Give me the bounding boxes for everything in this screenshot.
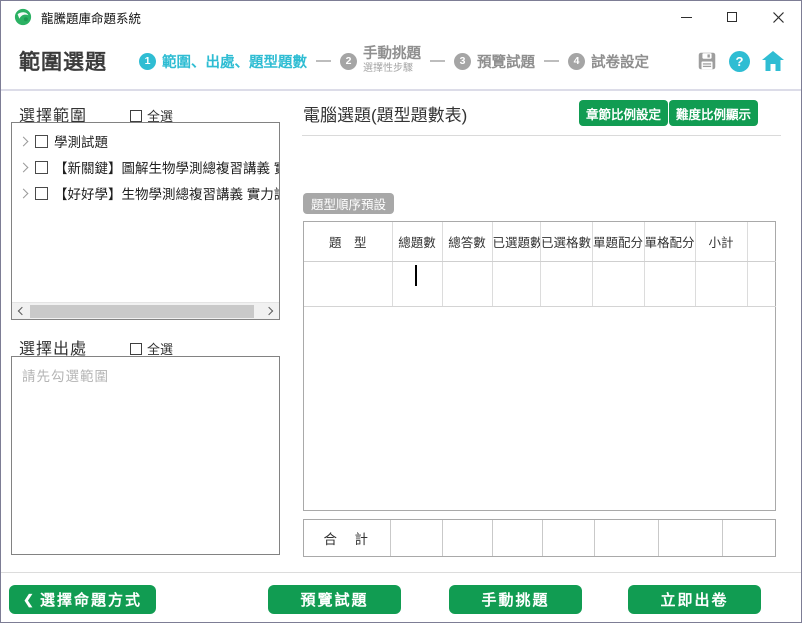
step-1-range[interactable]: 1 範圍、出處、題型題數 [139, 51, 307, 72]
page-title: 範圍選題 [19, 46, 107, 76]
window-title: 龍騰題庫命題系統 [41, 8, 141, 27]
scroll-right-icon[interactable] [265, 307, 273, 315]
step-3-preview[interactable]: 3 預覽試題 [454, 51, 535, 72]
cell-selected-cells[interactable] [540, 261, 592, 306]
manual-pick-button[interactable]: 手動挑題 [449, 585, 582, 614]
scrollbar-thumb[interactable] [30, 305, 254, 318]
close-icon [773, 12, 784, 23]
computer-selection-title: 電腦選題(題型題數表) [303, 101, 467, 126]
home-icon[interactable] [761, 50, 785, 72]
range-tree: 學測試題 【新關鍵】圖解生物學測總複習講義 實力評量 【好好學】生物學測總複習講… [11, 122, 280, 320]
source-select-all-checkbox[interactable] [130, 343, 142, 355]
footer-bar: ❮ 選擇命題方式 預覽試題 手動挑題 立即出卷 [1, 572, 801, 622]
choose-method-button[interactable]: ❮ 選擇命題方式 [9, 585, 156, 614]
totals-cell [390, 520, 442, 556]
horizontal-scrollbar[interactable] [12, 302, 279, 319]
minimize-button[interactable] [663, 1, 709, 33]
section-divider [302, 135, 781, 136]
tree-item-exam-questions[interactable]: 學測試題 [12, 128, 279, 154]
cell-selected-questions[interactable] [492, 261, 540, 306]
totals-cell [594, 520, 658, 556]
chevron-right-icon[interactable] [19, 162, 29, 172]
step-2-manual-pick[interactable]: 2 手動挑題 選擇性步驟 [340, 47, 421, 75]
tree-item-study-well-book[interactable]: 【好好學】生物學測總複習講義 實力評量 [12, 180, 279, 206]
preview-questions-button[interactable]: 預覽試題 [268, 585, 401, 614]
cell-subtotal[interactable] [695, 261, 747, 306]
step-3-label: 預覽試題 [477, 51, 535, 72]
col-selected-questions: 已選題數 [492, 222, 540, 261]
step-4-label: 試卷設定 [591, 51, 649, 72]
step-separator [430, 60, 445, 62]
col-subtotal: 小計 [695, 222, 747, 261]
maximize-button[interactable] [709, 1, 755, 33]
tree-item-checkbox[interactable] [35, 135, 48, 148]
step-2-label: 手動挑題 [363, 47, 421, 62]
generate-paper-button[interactable]: 立即出卷 [628, 585, 761, 614]
text-caret [415, 265, 417, 286]
save-icon[interactable] [696, 50, 718, 72]
col-total-answers: 總答數 [442, 222, 492, 261]
step-2-badge: 2 [340, 53, 357, 70]
chevron-right-icon[interactable] [19, 188, 29, 198]
window-controls [663, 1, 801, 33]
totals-cell [722, 520, 776, 556]
app-logo-icon [14, 8, 32, 26]
col-selected-cells: 已選格數 [540, 222, 592, 261]
step-separator [316, 60, 331, 62]
totals-row: 合 計 [304, 520, 776, 556]
tree-item-checkbox[interactable] [35, 187, 48, 200]
question-type-order-button[interactable]: 題型順序預設 [303, 193, 394, 214]
totals-label: 合 計 [304, 520, 390, 556]
col-question-type: 題 型 [304, 222, 392, 261]
main-area: 選擇範圍 全選 學測試題 【新關鍵】圖解生物學測總複習講義 實力評量 [1, 93, 801, 572]
totals-table: 合 計 [303, 519, 776, 557]
chevron-left-icon: ❮ [23, 592, 34, 608]
cell-points-per-cell[interactable] [644, 261, 695, 306]
col-actions [747, 222, 776, 261]
tree-item-new-key-book[interactable]: 【新關鍵】圖解生物學測總複習講義 實力評量 [12, 154, 279, 180]
totals-cell [442, 520, 492, 556]
step-2-subtitle: 選擇性步驟 [363, 64, 421, 75]
source-list: 請先勾選範圍 [11, 356, 280, 555]
table-data-row [304, 261, 776, 306]
cell-total-questions[interactable] [392, 261, 442, 306]
close-button[interactable] [755, 1, 801, 33]
step-4-paper-settings[interactable]: 4 試卷設定 [568, 51, 649, 72]
totals-cell [492, 520, 542, 556]
wizard-header: 範圍選題 1 範圍、出處、題型題數 2 手動挑題 選擇性步驟 3 預覽試題 4 [1, 33, 801, 91]
step-1-label: 範圍、出處、題型題數 [162, 51, 307, 72]
wizard-steps: 1 範圍、出處、題型題數 2 手動挑題 選擇性步驟 3 預覽試題 4 試卷設定 [139, 47, 649, 75]
totals-cell [542, 520, 594, 556]
col-total-questions: 總題數 [392, 222, 442, 261]
step-4-badge: 4 [568, 53, 585, 70]
cell-question-type[interactable] [304, 261, 392, 306]
col-points-per-cell: 單格配分 [644, 222, 695, 261]
col-points-per-question: 單題配分 [592, 222, 644, 261]
step-3-badge: 3 [454, 53, 471, 70]
question-type-table: 題 型 總題數 總答數 已選題數 已選格數 單題配分 單格配分 小計 [303, 221, 776, 511]
totals-cell [658, 520, 722, 556]
titlebar: 龍騰題庫命題系統 [1, 1, 801, 33]
tree-item-checkbox[interactable] [35, 161, 48, 174]
chevron-right-icon[interactable] [19, 136, 29, 146]
step-1-badge: 1 [139, 53, 156, 70]
cell-total-answers[interactable] [442, 261, 492, 306]
right-panel: 電腦選題(題型題數表) 章節比例設定 難度比例顯示 題型順序預設 題 型 總題數… [290, 93, 801, 572]
maximize-icon [727, 12, 737, 22]
app-window: 龍騰題庫命題系統 範圍選題 1 範圍、出處、題型題數 2 手動挑 [0, 0, 802, 623]
range-select-all-checkbox[interactable] [130, 110, 142, 122]
left-panel: 選擇範圍 全選 學測試題 【新關鍵】圖解生物學測總複習講義 實力評量 [1, 93, 290, 572]
scroll-left-icon[interactable] [18, 307, 26, 315]
minimize-icon [681, 17, 692, 18]
help-icon[interactable]: ? [729, 51, 750, 72]
header-toolbar: ? [696, 50, 785, 72]
cell-points-per-question[interactable] [592, 261, 644, 306]
chapter-ratio-button[interactable]: 章節比例設定 [579, 100, 668, 126]
cell-actions[interactable] [747, 261, 776, 306]
step-separator [544, 60, 559, 62]
source-placeholder: 請先勾選範圍 [22, 365, 109, 385]
table-header-row: 題 型 總題數 總答數 已選題數 已選格數 單題配分 單格配分 小計 [304, 222, 776, 261]
difficulty-ratio-button[interactable]: 難度比例顯示 [669, 100, 758, 126]
